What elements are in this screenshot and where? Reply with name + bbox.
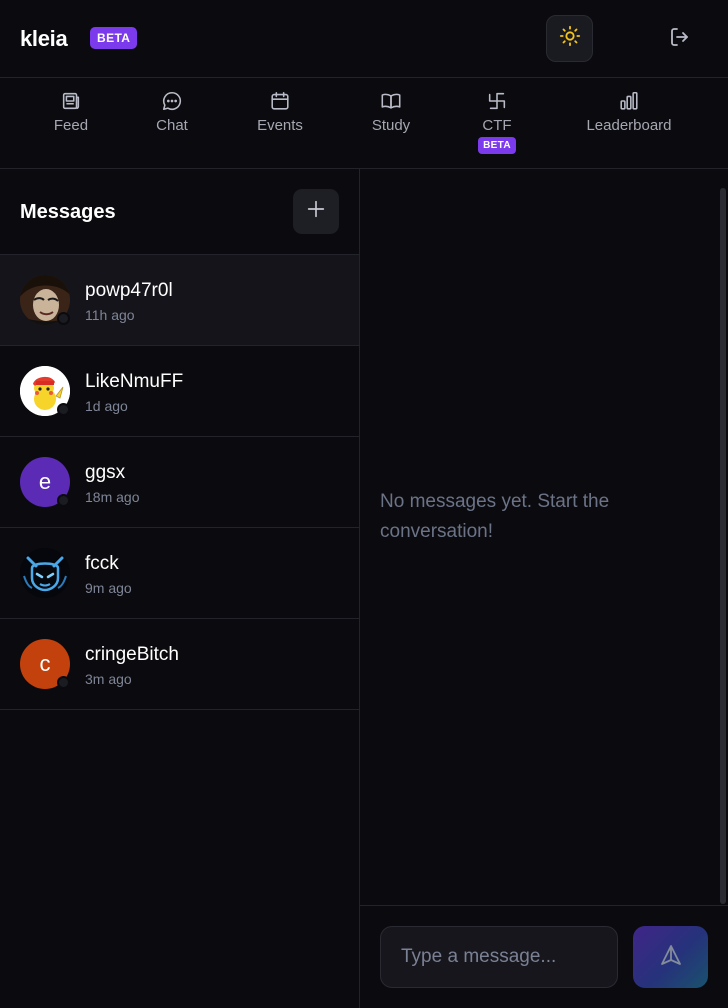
nav-label: Chat <box>156 117 188 134</box>
sidebar-header: Messages <box>0 169 359 255</box>
ctf-beta-badge: BETA <box>478 137 516 154</box>
conversation-name: fcck <box>85 553 119 574</box>
conversation-time: 11h ago <box>85 307 135 323</box>
conversation-name: powp47r0l <box>85 280 173 301</box>
nav-item-leaderboard[interactable]: Leaderboard <box>580 78 678 168</box>
nav-item-chat[interactable]: Chat <box>147 78 197 168</box>
conversation-list: powp47r0l 11h ago LikeNmuFF 1d ago e ggs… <box>0 255 359 710</box>
avatar <box>20 548 70 598</box>
plus-icon <box>305 198 327 225</box>
app-logo[interactable]: kleia <box>20 26 68 52</box>
book-icon <box>380 90 402 112</box>
top-bar: kleia BETA <box>0 0 728 78</box>
conversation-item[interactable]: LikeNmuFF 1d ago <box>0 346 359 437</box>
nav-label: Feed <box>53 117 89 134</box>
status-dot <box>57 494 70 507</box>
nav-label: CTF <box>482 117 512 134</box>
chat-panel <box>360 169 728 1008</box>
conversation-time: 18m ago <box>85 489 140 505</box>
sun-icon <box>559 25 581 52</box>
nav-item-feed[interactable]: Feed <box>46 78 96 168</box>
conversation-item[interactable]: powp47r0l 11h ago <box>0 255 359 346</box>
messages-title: Messages <box>20 201 116 223</box>
conversation-name: cringeBitch <box>85 644 179 665</box>
conversation-time: 9m ago <box>85 580 132 596</box>
conversation-item[interactable]: fcck 9m ago <box>0 528 359 619</box>
avatar-initial: c <box>39 651 51 676</box>
logout-icon <box>668 25 692 54</box>
new-conversation-button[interactable] <box>293 189 339 234</box>
theme-toggle-button[interactable] <box>546 15 593 62</box>
flag-icon <box>486 90 508 112</box>
message-input[interactable] <box>380 926 618 988</box>
status-dot <box>57 312 70 325</box>
empty-state-message: No messages yet. Start the conversation! <box>380 491 610 542</box>
nav-label: Events <box>257 117 303 134</box>
send-icon <box>659 943 683 972</box>
chat-bubble-icon <box>161 90 183 112</box>
nav-label: Leaderboard <box>586 117 672 134</box>
logout-button[interactable] <box>662 22 698 56</box>
calendar-icon <box>269 90 291 112</box>
conversation-time: 3m ago <box>85 671 132 687</box>
conversation-time: 1d ago <box>85 398 128 414</box>
main-nav: Feed Chat Events Study CTF BETA Leaderbo… <box>0 78 728 169</box>
status-dot <box>57 676 70 689</box>
nav-label: Study <box>371 117 411 134</box>
nav-item-ctf[interactable]: CTF BETA <box>472 78 522 168</box>
conversation-name: LikeNmuFF <box>85 371 184 392</box>
newspaper-icon <box>60 90 82 112</box>
nav-item-events[interactable]: Events <box>249 78 311 168</box>
conversation-name: ggsx <box>85 462 126 483</box>
status-dot <box>57 403 70 416</box>
chat-scrollbar[interactable] <box>720 188 726 904</box>
send-button[interactable] <box>633 926 708 988</box>
avatar-initial: e <box>38 469 52 494</box>
nav-item-study[interactable]: Study <box>365 78 417 168</box>
beta-badge: BETA <box>90 27 138 49</box>
conversation-item[interactable]: e ggsx 18m ago <box>0 437 359 528</box>
bar-chart-icon <box>618 90 640 112</box>
conversations-sidebar: Messages powp47r0l 11h ago LikeNmuFF 1d … <box>0 169 360 1008</box>
conversation-item[interactable]: c cringeBitch 3m ago <box>0 619 359 710</box>
